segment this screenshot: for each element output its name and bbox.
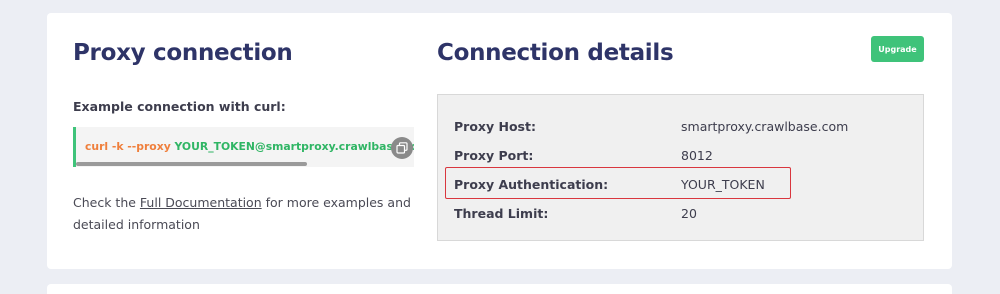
documentation-note: Check the Full Documentation for more ex… xyxy=(73,192,413,236)
example-connection-label: Example connection with curl: xyxy=(73,99,286,114)
copy-icon xyxy=(396,142,408,154)
detail-row-thread-limit: Thread Limit: 20 xyxy=(438,203,923,225)
connection-details-box: Proxy Host: smartproxy.crawlbase.com Pro… xyxy=(437,94,924,241)
connection-details-title: Connection details xyxy=(437,40,674,66)
upgrade-button[interactable]: Upgrade xyxy=(871,36,924,62)
proxy-connection-title: Proxy connection xyxy=(73,40,293,66)
detail-value: 8012 xyxy=(681,148,713,163)
proxy-card: Proxy connection Example connection with… xyxy=(47,13,952,269)
detail-label: Proxy Authentication: xyxy=(454,177,609,192)
curl-argument: YOUR_TOKEN@smartproxy.crawlbase.com:80 xyxy=(174,140,415,153)
detail-row-proxy-authentication: Proxy Authentication: YOUR_TOKEN xyxy=(438,174,923,196)
detail-label: Proxy Port: xyxy=(454,148,534,163)
copy-button[interactable] xyxy=(391,137,413,159)
curl-command: curl -k --proxy xyxy=(85,140,171,153)
detail-row-proxy-port: Proxy Port: 8012 xyxy=(438,145,923,167)
full-documentation-link[interactable]: Full Documentation xyxy=(140,195,262,210)
detail-value: smartproxy.crawlbase.com xyxy=(681,119,849,134)
code-scrollbar[interactable] xyxy=(76,162,307,166)
detail-row-proxy-host: Proxy Host: smartproxy.crawlbase.com xyxy=(438,116,923,138)
curl-command-line: curl -k --proxy YOUR_TOKEN@smartproxy.cr… xyxy=(85,140,414,153)
detail-value: YOUR_TOKEN xyxy=(681,177,765,192)
detail-label: Proxy Host: xyxy=(454,119,536,134)
detail-label: Thread Limit: xyxy=(454,206,549,221)
next-card xyxy=(47,284,952,294)
doc-prefix: Check the xyxy=(73,195,140,210)
detail-value: 20 xyxy=(681,206,697,221)
curl-code-block[interactable]: curl -k --proxy YOUR_TOKEN@smartproxy.cr… xyxy=(73,127,414,167)
